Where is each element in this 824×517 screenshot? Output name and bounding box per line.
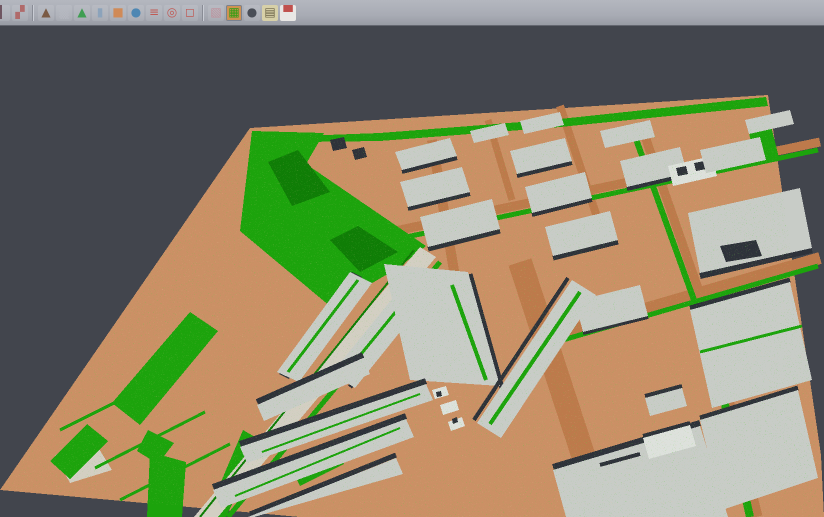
app-window: ▌▞▲▒▲▮■●≡◎◻▧▦●▤▀ [0, 0, 824, 517]
toolbar-separator [32, 5, 34, 21]
globe-refresh-icon[interactable]: ● [128, 5, 144, 21]
profile-section-icon[interactable]: ▮ [92, 5, 108, 21]
toolbar: ▌▞▲▒▲▮■●≡◎◻▧▦●▤▀ [0, 0, 824, 26]
open-file-icon-glyph: ▌ [0, 5, 10, 21]
terrain-model-icon[interactable]: ▲ [38, 5, 54, 21]
classification-view-icon-glyph: ▦ [226, 5, 242, 21]
selection-box-icon[interactable]: ◻ [182, 5, 198, 21]
toolbar-separator [202, 5, 204, 21]
color-table-icon-glyph: ▞ [12, 5, 28, 21]
point-cloud-scene [0, 27, 824, 517]
profile-section-icon-glyph: ▮ [92, 5, 108, 21]
measure-lines-icon[interactable]: ≡ [146, 5, 162, 21]
orthophoto-icon-glyph: ■ [110, 5, 126, 21]
flag-save-icon-glyph: ▀ [280, 5, 296, 21]
open-file-icon[interactable]: ▌ [0, 5, 10, 21]
selection-box-icon-glyph: ◻ [182, 5, 198, 21]
terrain-model-icon-glyph: ▲ [38, 5, 54, 21]
target-circle-icon-glyph: ◎ [164, 5, 180, 21]
dem-surface-icon-glyph: ▲ [74, 5, 90, 21]
toolbar-icons: ▌▞▲▒▲▮■●≡◎◻▧▦●▤▀ [1, 5, 297, 21]
point-cloud-icon-glyph: ▒ [56, 5, 72, 21]
globe-refresh-icon-glyph: ● [128, 5, 144, 21]
point-speckle-overlay [0, 27, 824, 517]
camera-snapshot-icon[interactable]: ● [244, 5, 260, 21]
annotation-grid-icon-glyph: ▤ [262, 5, 278, 21]
dem-surface-icon[interactable]: ▲ [74, 5, 90, 21]
clip-region-icon[interactable]: ▧ [208, 5, 224, 21]
target-circle-icon[interactable]: ◎ [164, 5, 180, 21]
color-table-icon[interactable]: ▞ [12, 5, 28, 21]
camera-snapshot-icon-glyph: ● [244, 5, 260, 21]
measure-lines-icon-glyph: ≡ [146, 5, 162, 21]
viewport-3d[interactable] [0, 27, 824, 517]
flag-save-icon[interactable]: ▀ [280, 5, 296, 21]
point-cloud-icon[interactable]: ▒ [56, 5, 72, 21]
annotation-grid-icon[interactable]: ▤ [262, 5, 278, 21]
classification-view-icon[interactable]: ▦ [226, 5, 242, 21]
orthophoto-icon[interactable]: ■ [110, 5, 126, 21]
clip-region-icon-glyph: ▧ [208, 5, 224, 21]
